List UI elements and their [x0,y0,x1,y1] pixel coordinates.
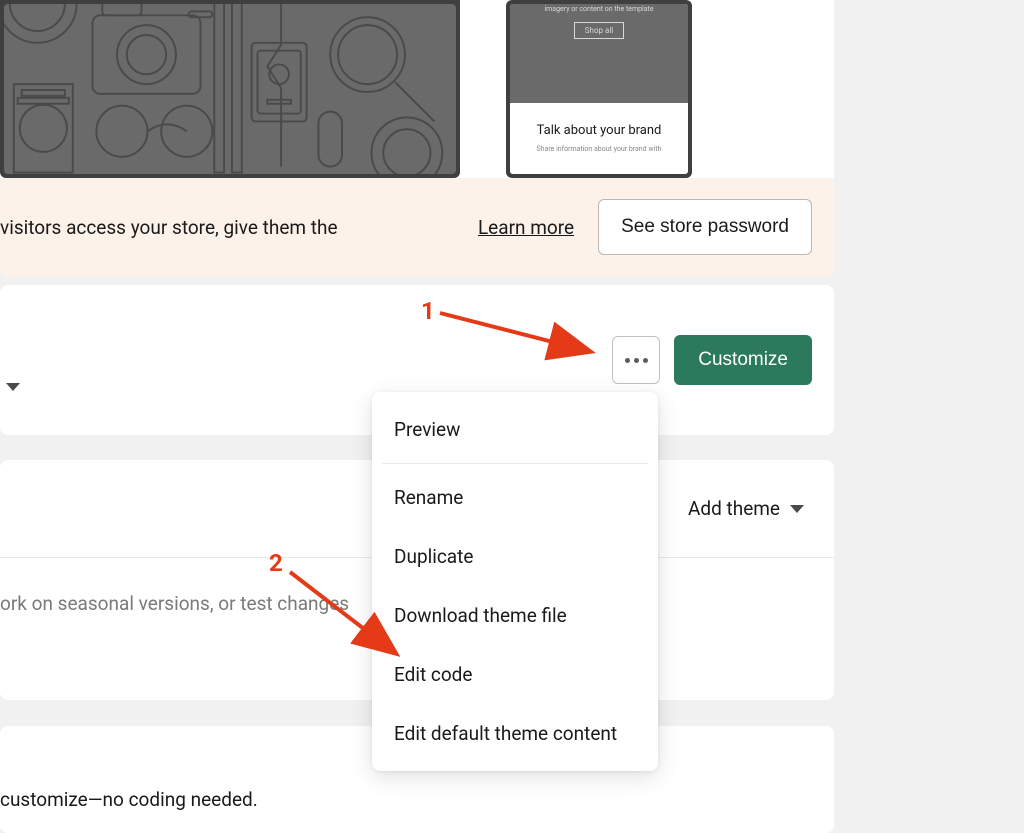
learn-more-link[interactable]: Learn more [478,216,574,239]
menu-item-edit-default-theme-content[interactable]: Edit default theme content [372,704,658,763]
add-theme-button[interactable]: Add theme [688,497,804,520]
mobile-brand-sub: Share information about your brand with [537,146,662,154]
menu-item-rename[interactable]: Rename [372,468,658,527]
password-banner: visitors access your store, give them th… [0,178,834,276]
menu-item-duplicate[interactable]: Duplicate [372,527,658,586]
divider [382,463,648,464]
theme-preview-area: imagery or content on the template Shop … [0,0,834,178]
mobile-shop-all-button: Shop all [574,22,624,39]
chevron-down-icon [790,505,804,513]
customize-button[interactable]: Customize [674,335,812,385]
banner-text: visitors access your store, give them th… [0,216,454,239]
add-theme-label: Add theme [688,497,780,520]
mobile-brand-title: Talk about your brand [537,123,662,139]
more-actions-button[interactable] [612,336,660,384]
annotation-arrow-1 [436,305,606,365]
flatlay-illustration [4,4,456,174]
mobile-top-tagline: imagery or content on the template [544,6,653,14]
online-store-description: customize—no coding needed. [0,788,258,811]
see-store-password-button[interactable]: See store password [598,199,812,255]
menu-item-preview[interactable]: Preview [372,400,658,459]
dots-icon [625,358,648,363]
chevron-down-icon[interactable] [6,383,20,391]
annotation-number-1: 1 [421,297,435,325]
desktop-preview-thumbnail [0,0,460,178]
annotation-number-2: 2 [269,549,283,577]
menu-item-edit-code[interactable]: Edit code [372,645,658,704]
mobile-preview-thumbnail: imagery or content on the template Shop … [506,0,692,178]
menu-item-download-theme-file[interactable]: Download theme file [372,586,658,645]
theme-actions-dropdown: Preview Rename Duplicate Download theme … [372,392,658,771]
annotation-arrow-2 [284,566,414,666]
